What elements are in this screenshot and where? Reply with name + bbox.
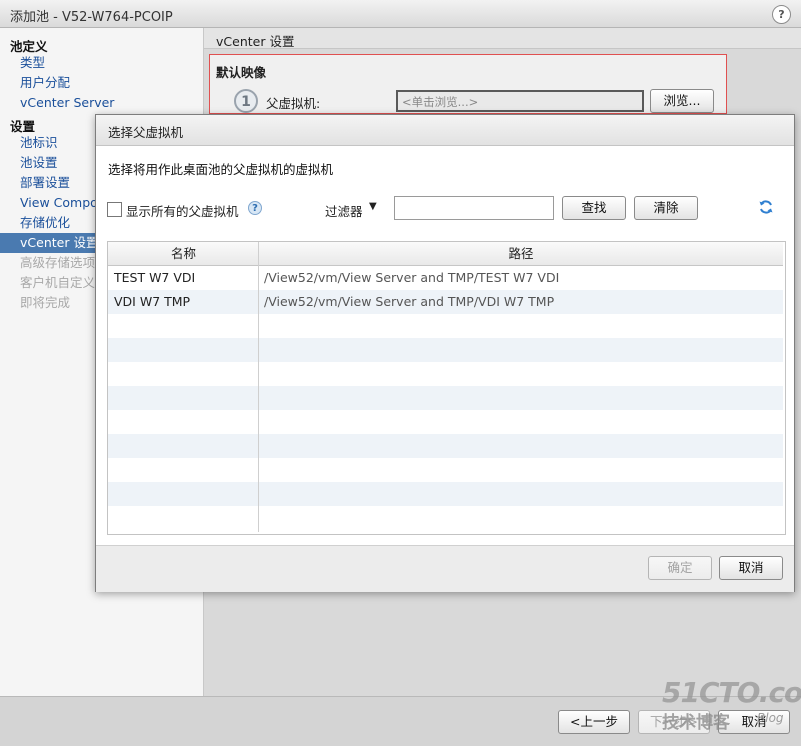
parent-vm-label: 父虚拟机: — [266, 96, 321, 111]
filter-input[interactable] — [394, 196, 554, 220]
refresh-icon[interactable] — [758, 199, 774, 215]
watermark-logo: 51CTO.com — [662, 676, 801, 709]
column-divider — [258, 242, 259, 532]
chevron-down-icon[interactable]: ▼ — [369, 201, 377, 212]
step-number-icon: 1 — [234, 89, 258, 113]
dialog-titlebar: 选择父虚拟机 — [96, 115, 794, 146]
default-image-heading: 默认映像 — [216, 65, 267, 80]
table-empty-row — [108, 386, 783, 410]
nav-item-user-assignment[interactable]: 用户分配 — [0, 73, 203, 93]
help-icon[interactable]: ? — [772, 5, 791, 24]
clear-button[interactable]: 清除 — [634, 196, 698, 220]
row-name[interactable]: VDI W7 TMP — [114, 290, 190, 314]
nav-item-vcenter-server[interactable]: vCenter Server — [0, 93, 203, 113]
show-all-checkbox[interactable] — [107, 202, 122, 217]
row-name[interactable]: TEST W7 VDI — [114, 266, 195, 290]
back-button[interactable]: <上一步 — [558, 710, 630, 734]
parent-vm-field[interactable]: <单击浏览...> — [396, 90, 644, 112]
row-path[interactable]: /View52/vm/View Server and TMP/TEST W7 V… — [264, 266, 559, 290]
dialog-description: 选择将用作此桌面池的父虚拟机的虚拟机 — [108, 162, 334, 177]
browse-button[interactable]: 浏览... — [650, 89, 714, 113]
dialog-cancel-button[interactable]: 取消 — [719, 556, 783, 580]
table-empty-row — [108, 458, 783, 482]
watermark-subtitle: 技术博客 — [662, 713, 730, 733]
table-empty-row — [108, 506, 783, 530]
dialog-footer: 确定 取消 — [96, 545, 794, 592]
filter-dropdown[interactable]: 过滤器 — [325, 201, 363, 220]
table-empty-row — [108, 362, 783, 386]
info-icon[interactable]: ? — [248, 201, 262, 215]
show-all-label[interactable]: 显示所有的父虚拟机 — [126, 201, 239, 220]
vm-table: 名称 路径 TEST W7 VDI /View52/vm/View Server… — [107, 241, 786, 535]
table-empty-row — [108, 410, 783, 434]
default-image-group: 默认映像 1 父虚拟机: <单击浏览...> 浏览... — [209, 54, 727, 114]
dialog-title: 选择父虚拟机 — [108, 125, 184, 140]
section-title: vCenter 设置 — [216, 34, 295, 49]
window-titlebar: 添加池 - V52-W764-PCOIP ? — [0, 0, 801, 28]
column-header-path[interactable]: 路径 — [259, 242, 783, 266]
select-parent-vm-dialog: 选择父虚拟机 选择将用作此桌面池的父虚拟机的虚拟机 显示所有的父虚拟机 ? 过滤… — [95, 114, 795, 592]
row-path[interactable]: /View52/vm/View Server and TMP/VDI W7 TM… — [264, 290, 554, 314]
table-empty-row — [108, 338, 783, 362]
column-header-name[interactable]: 名称 — [108, 242, 259, 266]
nav-item-type[interactable]: 类型 — [0, 53, 203, 73]
table-empty-row — [108, 482, 783, 506]
table-empty-row — [108, 314, 783, 338]
table-empty-row — [108, 434, 783, 458]
find-button[interactable]: 查找 — [562, 196, 626, 220]
section-header: vCenter 设置 — [204, 28, 801, 49]
window-title: 添加池 - V52-W764-PCOIP — [10, 10, 173, 25]
watermark-blog: Blog — [757, 711, 784, 725]
ok-button: 确定 — [648, 556, 712, 580]
